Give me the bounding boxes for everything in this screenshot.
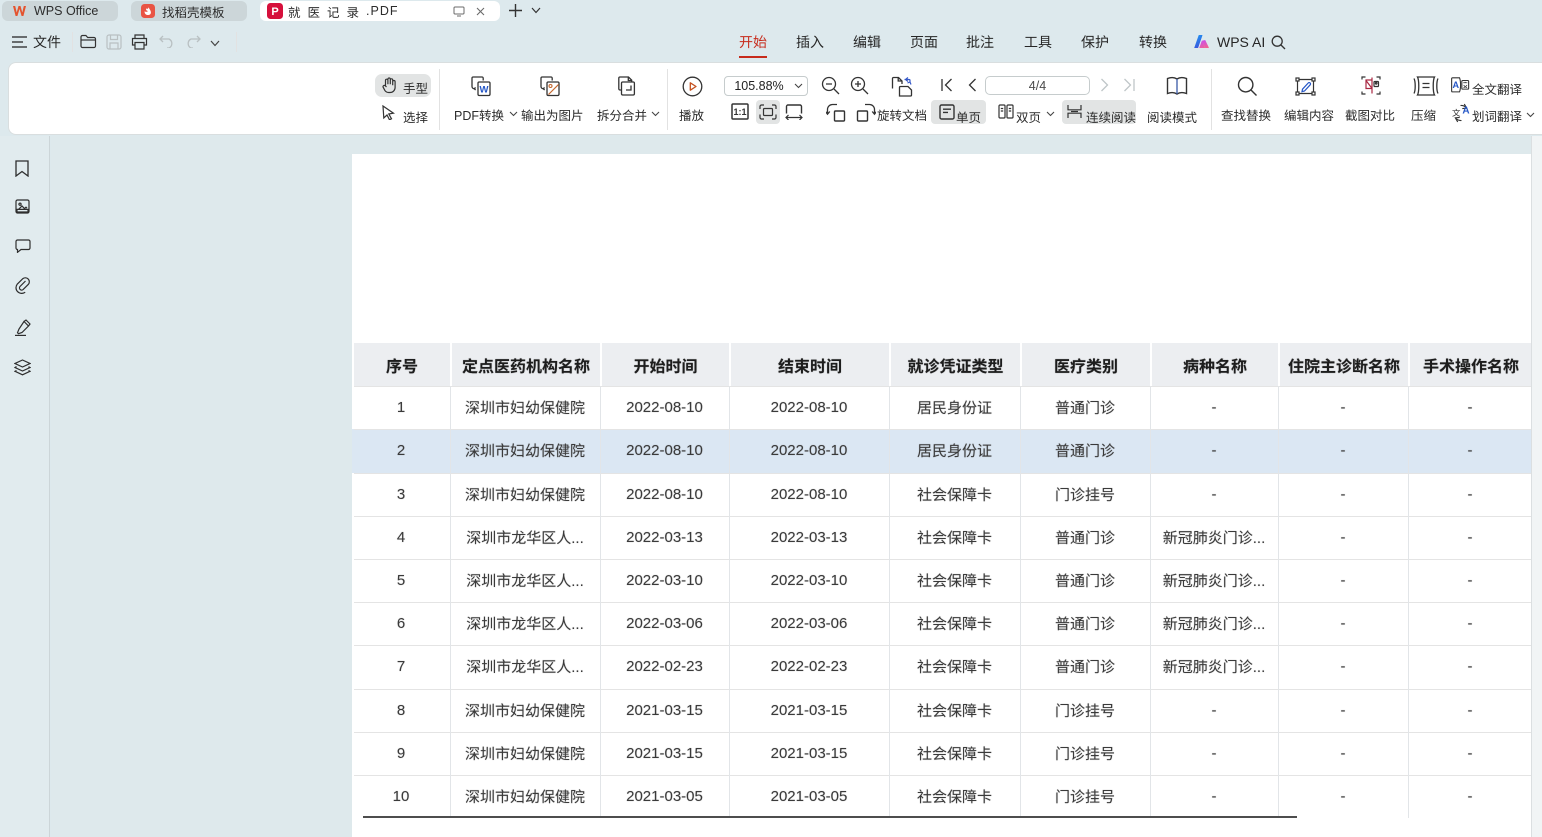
svg-text:1:1: 1:1	[733, 107, 746, 117]
svg-text:文: 文	[1452, 107, 1461, 119]
svg-text:A: A	[1452, 80, 1459, 90]
svg-text:A: A	[1462, 106, 1469, 117]
svg-text:W: W	[480, 84, 489, 95]
svg-text:P: P	[271, 6, 278, 18]
